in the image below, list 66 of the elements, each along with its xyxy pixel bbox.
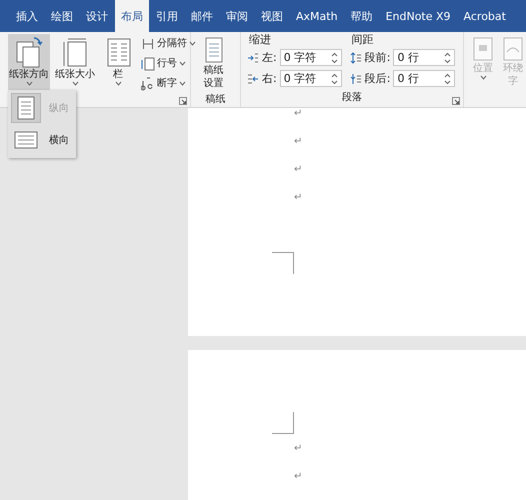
indent-icon [247, 72, 259, 84]
spinner-arrows-icon[interactable] [444, 52, 452, 64]
ribbon-command[interactable]: 行号 [141, 54, 196, 72]
spacing-icon [350, 52, 362, 64]
paragraph-mark: ↵ [294, 471, 302, 483]
ribbon-tab[interactable]: 帮助 [344, 0, 379, 32]
ribbon-button[interactable]: 栏 [102, 34, 134, 90]
paragraph-mark: ↵ [294, 108, 302, 120]
spin-field[interactable]: 0 行 [393, 49, 456, 66]
ribbon-tab[interactable]: EndNote X9 [380, 0, 457, 32]
field-label: 右: [262, 71, 277, 86]
ribbon-tab[interactable]: 插入 [10, 0, 44, 32]
group-label: 段落 [342, 90, 362, 104]
paragraph-mark: ↵ [294, 192, 302, 204]
dialog-launcher-icon[interactable] [179, 97, 187, 105]
section-title: 间距 [352, 32, 375, 46]
spin-field[interactable]: 0 行 [393, 70, 456, 87]
spacing-icon [350, 72, 362, 84]
ribbon-tab[interactable]: 邮件 [185, 0, 219, 32]
hyphenation-icon [141, 76, 155, 90]
ribbon-tab[interactable]: 布局 [115, 0, 149, 32]
caret-icon [72, 81, 78, 86]
spinner-arrows-icon[interactable] [444, 72, 452, 84]
portrait-page-icon [17, 96, 35, 120]
ribbon-button[interactable]: 纸张大小 [54, 34, 96, 90]
ribbon-tab[interactable]: Acrobat [458, 0, 512, 32]
ribbon-tab[interactable]: AxMath [290, 0, 344, 32]
ribbon-tab[interactable]: 审阅 [220, 0, 254, 32]
landscape-page-icon [14, 131, 38, 149]
field-label: 段前: [364, 50, 390, 65]
caret-icon [480, 75, 486, 80]
caret-icon [189, 40, 196, 46]
paragraph-mark: ↵ [294, 164, 302, 176]
paragraph-mark: ↵ [294, 136, 302, 148]
ribbon-button: 环绕 字 [500, 34, 526, 90]
ribbon-tab[interactable]: 视图 [255, 0, 289, 32]
caret-icon [179, 60, 186, 66]
indent-icon [247, 52, 259, 64]
position-icon [471, 36, 495, 62]
ribbon-button[interactable]: 稿纸设置 [202, 34, 226, 90]
dialog-launcher-icon[interactable] [452, 97, 460, 105]
spinner-arrows-icon[interactable] [330, 52, 338, 64]
ribbon-tab[interactable]: 绘图 [45, 0, 79, 32]
spin-field[interactable]: 0 字符 [280, 49, 342, 66]
ribbon-tab[interactable]: 设计 [80, 0, 114, 32]
spinner-arrows-icon[interactable] [330, 72, 338, 84]
caret-icon [114, 81, 122, 86]
ribbon-button: 位置 [470, 34, 496, 90]
group-label: 稿纸 [206, 92, 226, 106]
margin-corner-mark [272, 252, 294, 274]
menu-item[interactable]: 横向 [8, 124, 76, 156]
ribbon-command[interactable]: 断字 [141, 74, 196, 92]
ribbon-button[interactable]: 纸张方向 [8, 34, 50, 90]
caret-icon [26, 81, 32, 86]
ribbon-command[interactable]: 分隔符 [141, 34, 196, 52]
ribbon-tab[interactable]: 引用 [150, 0, 184, 32]
pages-icon [14, 36, 44, 68]
section-title: 缩进 [249, 32, 272, 46]
field-label: 段后: [364, 71, 390, 86]
line-numbers-icon [141, 56, 155, 70]
field-label: 左: [262, 50, 277, 65]
margin-corner-mark [272, 412, 294, 434]
spin-field[interactable]: 0 字符 [280, 70, 342, 87]
grid-paper-icon [202, 36, 224, 64]
caret-icon [179, 80, 186, 86]
paragraph-mark: ↵ [294, 443, 302, 455]
